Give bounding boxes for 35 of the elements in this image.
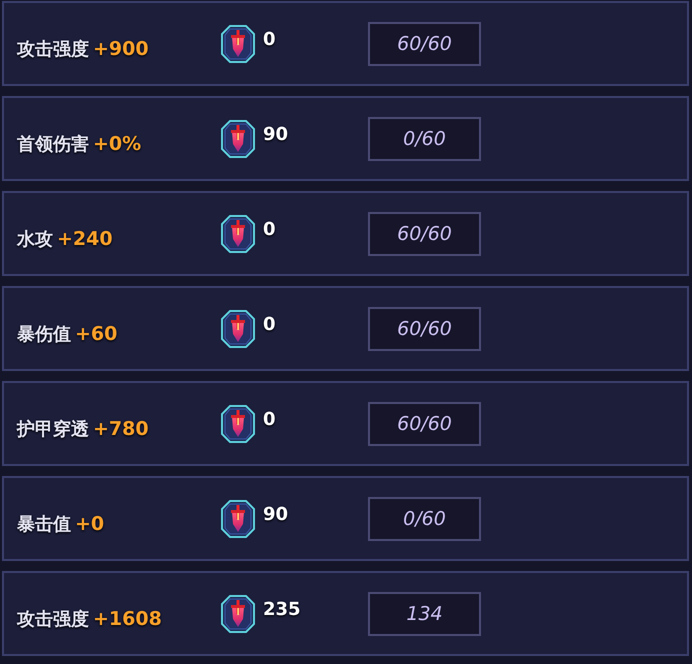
crystal-count: 235 <box>263 599 301 620</box>
stat-bonus: +60 <box>75 322 118 344</box>
crystal-count: 90 <box>263 504 288 525</box>
crystal-icon <box>221 120 255 158</box>
stat-name: 攻击强度 <box>17 608 89 630</box>
crystal-icon <box>221 594 255 632</box>
stat-bonus: +240 <box>57 228 113 250</box>
stat-name: 暴伤值 <box>17 322 71 346</box>
stat-bonus: +780 <box>93 418 149 440</box>
quantity-field[interactable]: 60/60 <box>368 22 481 66</box>
stat-bonus: +0 <box>75 512 104 534</box>
quantity-field[interactable]: 0/60 <box>368 496 481 540</box>
stat-bonus: +1608 <box>93 608 162 630</box>
quantity-field[interactable]: 60/60 <box>368 212 481 256</box>
stat-bonus: +0% <box>93 132 142 154</box>
crystal-icon <box>221 404 255 442</box>
crystal-count: 0 <box>263 314 276 335</box>
crystal-count: 0 <box>263 29 276 50</box>
crystal-icon <box>221 310 255 348</box>
crystal-count: 0 <box>263 409 276 430</box>
stat-name: 暴击值 <box>17 512 71 536</box>
quantity-field[interactable]: 0/60 <box>368 116 481 160</box>
crystal-icon <box>221 24 255 62</box>
crystal-icon <box>221 500 255 538</box>
quantity-field[interactable]: 134 <box>368 592 481 636</box>
stat-name: 护甲穿透 <box>17 418 89 440</box>
crystal-icon <box>221 214 255 252</box>
crystal-count: 90 <box>263 124 288 145</box>
stat-name: 攻击强度 <box>17 38 89 60</box>
stat-name: 水攻 <box>17 228 53 250</box>
quantity-field[interactable]: 60/60 <box>368 306 481 350</box>
crystal-count: 0 <box>263 219 276 240</box>
stat-bonus: +900 <box>93 38 149 60</box>
quantity-field[interactable]: 60/60 <box>368 402 481 446</box>
stat-name: 首领伤害 <box>17 132 89 156</box>
